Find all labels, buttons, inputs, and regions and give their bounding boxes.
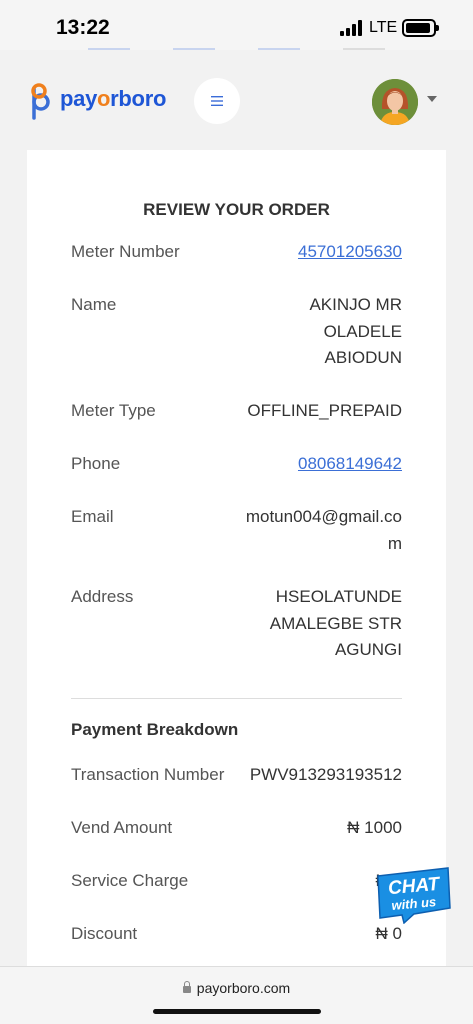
address-value: HSEOLATUNDE AMALEGBE STR AGUNGI — [269, 587, 402, 659]
browser-address-bar[interactable]: payorboro.com — [0, 966, 473, 1024]
vend-amount-label: Vend Amount — [71, 818, 173, 837]
meter-type-label: Meter Type — [71, 401, 156, 420]
avatar-icon — [372, 79, 418, 125]
email-row: Email motun004@gmail.co m — [71, 504, 402, 558]
chevron-down-icon[interactable] — [427, 96, 437, 102]
section-divider — [71, 698, 402, 699]
meter-type-row: Meter Type OFFLINE_PREPAID — [71, 398, 402, 425]
name-row: Name AKINJO MR OLADELE ABIODUN — [71, 292, 402, 372]
user-avatar[interactable] — [372, 79, 418, 125]
transaction-number-row: Transaction Number PWV913293193512 — [71, 762, 402, 789]
email-label: Email — [71, 507, 114, 526]
page-title: REVIEW YOUR ORDER — [143, 200, 330, 219]
hamburger-icon — [211, 96, 223, 106]
url-display[interactable]: payorboro.com — [0, 980, 473, 996]
cellular-signal-icon — [340, 20, 362, 36]
status-bar: 13:22 LTE — [0, 0, 473, 50]
tab-indicator — [343, 48, 385, 50]
meter-number-link[interactable]: 45701205630 — [298, 239, 402, 266]
payorboro-logo[interactable]: payorboro — [28, 82, 168, 122]
meter-number-row: Meter Number 45701205630 — [71, 239, 402, 266]
transaction-number-value: PWV913293193512 — [249, 765, 402, 784]
lock-icon — [182, 981, 191, 993]
brand-name: payorboro — [60, 86, 167, 111]
transaction-number-label: Transaction Number — [71, 765, 225, 784]
home-indicator[interactable] — [153, 1009, 321, 1014]
address-row: Address HSEOLATUNDE AMALEGBE STR AGUNGI — [71, 584, 402, 664]
app-header: payorboro — [0, 52, 473, 148]
service-charge-row: Service Charge ₦ 1 — [71, 868, 402, 895]
discount-value: ₦ 0 — [375, 924, 402, 943]
vend-amount-row: Vend Amount ₦ 1000 — [71, 815, 402, 842]
battery-icon — [402, 19, 439, 37]
address-label: Address — [71, 587, 134, 606]
name-value: AKINJO MR OLADELE ABIODUN — [309, 295, 402, 367]
menu-button[interactable] — [194, 78, 240, 124]
meter-type-value: OFFLINE_PREPAID — [247, 401, 402, 420]
tab-indicator — [258, 48, 300, 50]
payment-breakdown-title: Payment Breakdown — [71, 720, 239, 739]
name-label: Name — [71, 295, 117, 314]
order-review-card: REVIEW YOUR ORDER Meter Number 457012056… — [27, 150, 446, 970]
phone-label: Phone — [71, 454, 121, 473]
tab-indicator — [173, 48, 215, 50]
url-text: payorboro.com — [196, 980, 291, 996]
service-charge-label: Service Charge — [71, 871, 189, 890]
status-time: 13:22 — [56, 16, 110, 39]
discount-label: Discount — [71, 924, 138, 943]
logo-mark-icon — [31, 83, 50, 120]
meter-number-label: Meter Number — [71, 242, 180, 261]
vend-amount-value: ₦ 1000 — [347, 818, 402, 837]
email-value: motun004@gmail.co m — [245, 507, 402, 553]
phone-link[interactable]: 08068149642 — [298, 451, 402, 478]
tab-indicator — [88, 48, 130, 50]
network-type: LTE — [369, 19, 398, 36]
discount-row: Discount ₦ 0 — [71, 921, 402, 948]
chat-with-us-button[interactable]: CHAT with us — [374, 866, 452, 924]
phone-row: Phone 08068149642 — [71, 451, 402, 478]
